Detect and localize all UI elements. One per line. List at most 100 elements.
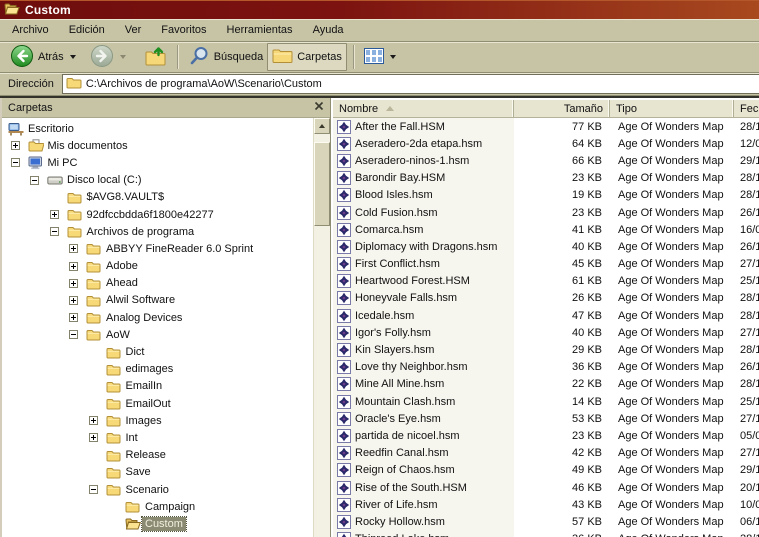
table-row[interactable]: Aseradero-ninos-1.hsm 66 KB Age Of Wonders… [333,152,759,170]
cell-type: Age Of Wonders Map [618,292,724,305]
menu-archivo[interactable]: Archivo [2,20,59,40]
table-row[interactable]: Diplomacy with Dragons.hsm 40 KB Age Of Wo… [333,238,759,256]
table-row[interactable]: Rise of the South.HSM 46 KB Age Of Wonders… [333,478,759,497]
tree-item[interactable]: Archivos de programa [2,223,313,240]
table-row[interactable]: Reign of Chaos.hsm 49 KB Age Of Wonders Ma… [333,461,759,479]
menu-edicion[interactable]: Edición [59,20,115,40]
expander-minus-icon[interactable] [88,485,98,495]
tree-item[interactable]: $AVG8.VAULT$ [2,189,313,206]
tree-item[interactable]: Images [2,412,313,429]
menu-ayuda[interactable]: Ayuda [303,20,354,40]
table-row[interactable]: Kin Slayers.hsm 29 KB Age Of Wonders Map 28… [333,341,759,359]
expander-minus-icon[interactable] [30,175,39,185]
tree-item[interactable]: AoW [2,326,313,343]
table-row[interactable]: Icedale.hsm 47 KB Age Of Wonders Map 28/1 [333,307,759,325]
tree-item[interactable]: ABBYY FineReader 6.0 Sprint [2,240,313,257]
table-row[interactable]: Honeyvale Falls.hsm 26 KB Age Of Wonders M… [333,289,759,308]
tree-item[interactable]: Save [2,464,313,481]
table-row[interactable]: Mountain Clash.hsm 14 KB Age Of Wonders Ma… [333,393,759,411]
folder-icon [106,414,123,427]
close-icon[interactable] [314,101,324,114]
column-header-tipo[interactable]: Tipo [610,100,734,117]
tree-item[interactable]: Int [2,429,313,446]
back-dropdown-caret-icon[interactable] [69,55,76,59]
expander-plus-icon[interactable] [69,295,78,305]
cell-date: 28/1 [740,309,759,322]
table-row[interactable]: After the Fall.HSM 77 KB Age Of Wonders Ma… [333,118,759,136]
menu-herramientas[interactable]: Herramientas [217,20,303,40]
tree-item[interactable]: edimages [2,361,313,378]
table-row[interactable]: Heartwood Forest.HSM 61 KB Age Of Wonders … [333,272,759,290]
table-row[interactable]: Barondir Bay.HSM 23 KB Age Of Wonders Map 2… [333,169,759,187]
expander-plus-icon[interactable] [69,278,78,288]
tree-item[interactable]: Custom [2,515,313,532]
tree-item[interactable]: Disco local (C:) [2,172,313,189]
table-row[interactable]: Igor's Folly.hsm 40 KB Age Of Wonders Map 2… [333,324,759,342]
tree-item[interactable]: Release [2,447,313,464]
views-button[interactable] [360,43,400,71]
back-button[interactable]: Atrás [6,43,80,71]
tree-scrollbar[interactable] [313,118,330,537]
address-input[interactable]: C:\Archivos de programa\AoW\Scenario\Cus… [61,74,759,94]
cell-date: 29/1 [740,154,759,167]
menu-ver[interactable]: Ver [115,20,152,40]
column-header-tamano[interactable]: Tamaño [514,100,610,117]
table-row[interactable]: River of Life.hsm 43 KB Age Of Wonders Map… [333,496,759,514]
table-row[interactable]: partida de nicoel.hsm 23 KB Age Of Wonders… [333,427,759,445]
table-row[interactable]: Blood Isles.hsm 19 KB Age Of Wonders Map 28… [333,186,759,204]
scrollbar-thumb[interactable] [314,142,330,226]
tree-item[interactable]: Campaign [2,498,313,515]
expander-plus-icon[interactable] [10,141,20,151]
tree-item[interactable]: Alwil Software [2,292,313,309]
forward-button[interactable] [86,43,130,71]
file-name: Mine All Mine.hsm [355,378,445,391]
expander-minus-icon[interactable] [10,158,20,168]
menu-favoritos[interactable]: Favoritos [151,20,216,40]
tree-item[interactable]: EmailIn [2,378,313,395]
table-row[interactable]: Thinreed Lake.hsm 36 KBAge Of Wonders Map… [333,530,759,537]
search-button[interactable]: Búsqueda [184,43,268,71]
cell-name: Honeyvale Falls.hsm [333,289,514,308]
tree-item[interactable]: Escritorio [2,120,313,137]
table-row[interactable]: Oracle's Eye.hsm 53 KB Age Of Wonders Map 2… [333,410,759,428]
tree-item[interactable] [2,533,313,537]
expander-minus-icon[interactable] [69,330,78,340]
expander-plus-icon[interactable] [69,261,78,271]
table-row[interactable]: Aseradero-2da etapa.hsm 64 KB Age Of Wonde… [333,135,759,153]
folders-button[interactable]: Carpetas [267,43,347,71]
expander-plus-icon[interactable] [49,210,59,220]
table-row[interactable]: Rocky Hollow.hsm 57 KB Age Of Wonders Map 0… [333,513,759,531]
tree-item[interactable]: Mis documentos [2,137,313,154]
table-row[interactable]: Comarca.hsm 41 KB Age Of Wonders Map 16/0 [333,221,759,239]
up-button[interactable] [140,43,171,71]
table-row[interactable]: First Conflict.hsm 45 KB Age Of Wonders Ma… [333,255,759,273]
column-header-nombre[interactable]: Nombre [333,100,514,117]
cell-type: Age Of Wonders Map [618,206,724,219]
table-row[interactable]: Love thy Neighbor.hsm 36 KB Age Of Wonders… [333,358,759,376]
expander-plus-icon[interactable] [69,244,78,254]
tree-item[interactable]: Analog Devices [2,309,313,326]
table-row[interactable]: Mine All Mine.hsm 22 KB Age Of Wonders Map… [333,375,759,393]
folders-panel: Carpetas Escritorio Mis documentos Mi PC Di… [0,98,331,537]
expander-plus-icon[interactable] [88,416,98,426]
tree-item[interactable]: Ahead [2,275,313,292]
scroll-up-button[interactable] [314,118,330,134]
tree-item[interactable]: Scenario [2,481,313,498]
views-dropdown-caret-icon[interactable] [389,55,396,59]
expander-minus-icon[interactable] [49,227,59,237]
cell-date: 28/1 [740,189,759,202]
tree-item[interactable]: EmailOut [2,395,313,412]
tree-item[interactable]: Adobe [2,258,313,275]
expander-plus-icon[interactable] [69,313,78,323]
tree-item-label: EmailOut [125,397,171,410]
table-row[interactable]: Cold Fusion.hsm 23 KB Age Of Wonders Map 26… [333,203,759,222]
tree-item[interactable]: 92dfccbdda6f1800e42277 [2,206,313,223]
tree-item[interactable]: Mi PC [2,154,313,171]
forward-dropdown-caret-icon[interactable] [119,55,126,59]
tree-item[interactable]: Dict [2,343,313,360]
folder-icon [86,311,103,324]
column-header-fecha[interactable]: Fech [734,100,759,117]
expander-plus-icon[interactable] [88,433,98,443]
table-row[interactable]: Reedfin Canal.hsm 42 KB Age Of Wonders Map… [333,444,759,462]
